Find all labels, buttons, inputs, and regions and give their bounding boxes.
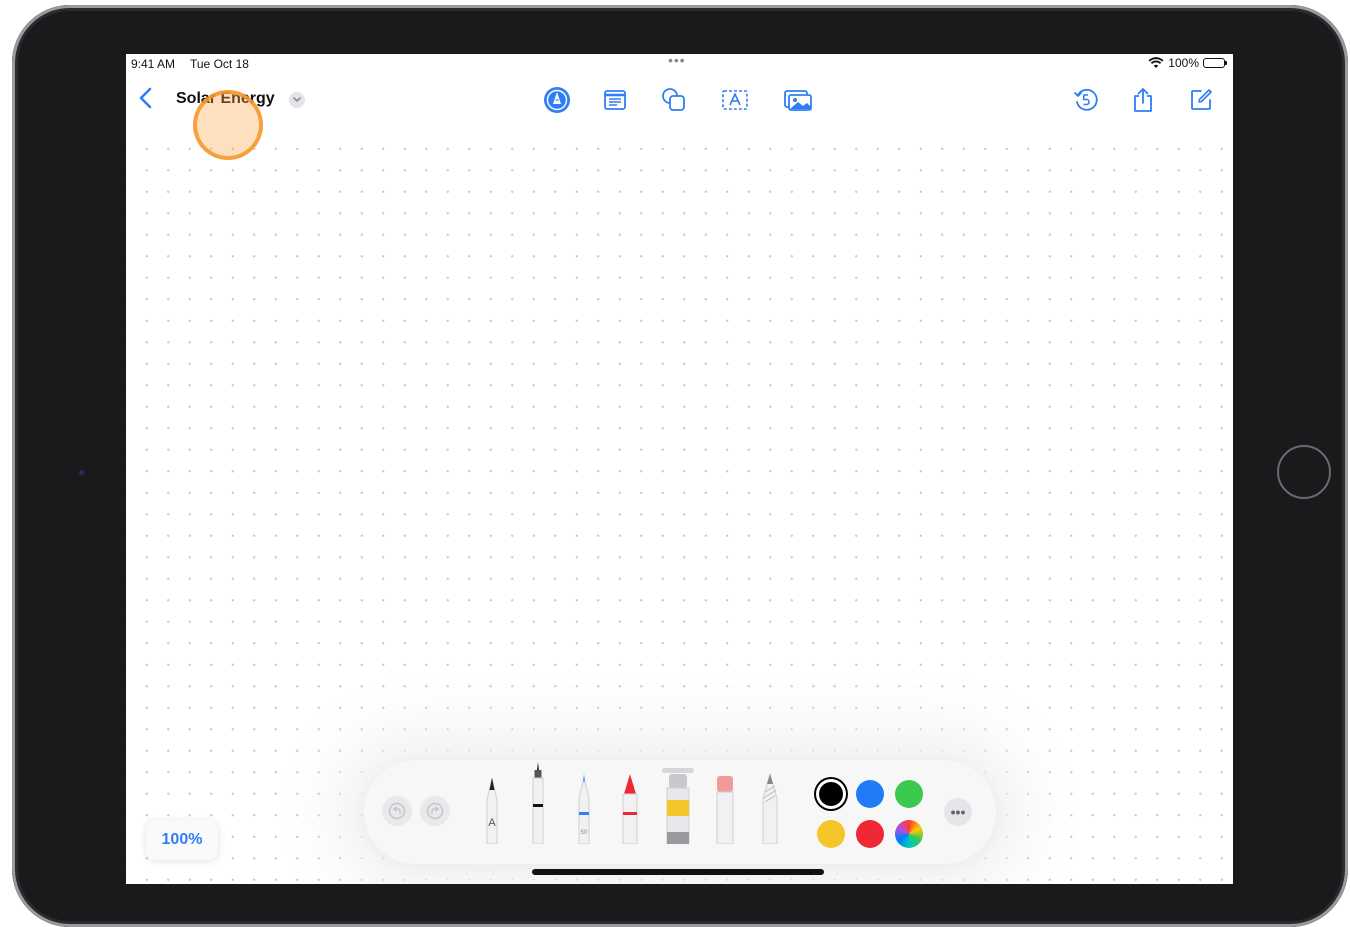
status-time: 9:41 AM (131, 57, 176, 71)
share-icon (1134, 88, 1152, 112)
palette-more-button[interactable]: ••• (944, 798, 972, 826)
marker-tool[interactable] (619, 772, 641, 844)
pencil-tool[interactable] (759, 772, 781, 844)
undo-icon (388, 802, 406, 820)
svg-text:50: 50 (581, 830, 588, 836)
fountain-pen-tool[interactable] (527, 760, 549, 844)
sticky-note-button[interactable] (599, 84, 631, 116)
screen: 9:41 AM Tue Oct 18 ••• 100% Solar Energy (126, 54, 1233, 884)
home-button[interactable] (1277, 445, 1331, 499)
status-bar: 9:41 AM Tue Oct 18 ••• 100% (126, 54, 1233, 74)
sticky-note-icon (604, 90, 626, 110)
wifi-icon (1148, 57, 1164, 68)
svg-text:A: A (488, 817, 496, 829)
photo-library-button[interactable] (782, 84, 814, 116)
undo-button[interactable] (382, 796, 412, 826)
redo-icon (426, 802, 444, 820)
status-right: 100% (1148, 56, 1227, 70)
watercolor-brush-tool[interactable] (664, 772, 692, 844)
shapes-button[interactable] (658, 84, 690, 116)
monoline-pen-tool[interactable]: A (482, 774, 502, 844)
status-date: Tue Oct 18 (190, 57, 249, 71)
zoom-level-button[interactable]: 100% (146, 820, 218, 860)
color-red-swatch[interactable] (856, 820, 884, 848)
tap-highlight (193, 90, 263, 160)
text-box-button[interactable] (719, 84, 751, 116)
battery-percent: 100% (1168, 56, 1199, 70)
color-yellow-swatch[interactable] (817, 820, 845, 848)
compose-button[interactable] (1185, 84, 1217, 116)
photo-library-icon (784, 90, 812, 111)
redo-button[interactable] (420, 796, 450, 826)
share-button[interactable] (1127, 84, 1159, 116)
fineliner-tool[interactable]: 50 (574, 772, 594, 844)
pencil-markup-icon (544, 87, 570, 113)
color-black-swatch[interactable] (819, 782, 843, 806)
battery-icon (1203, 58, 1227, 68)
nav-bar: Solar Energy (126, 76, 1233, 160)
shapes-icon (662, 88, 685, 111)
color-blue-swatch[interactable] (856, 780, 884, 808)
color-picker-swatch[interactable] (895, 820, 923, 848)
color-green-swatch[interactable] (895, 780, 923, 808)
title-menu-button[interactable] (289, 92, 305, 108)
tool-palette: A 50 ••• (364, 760, 996, 864)
front-camera (79, 470, 84, 475)
pencil-markup-button[interactable] (541, 84, 573, 116)
chevron-down-icon (293, 97, 301, 103)
text-box-icon (722, 90, 748, 110)
home-indicator (532, 869, 824, 875)
compose-icon (1191, 89, 1212, 110)
multitask-dots[interactable]: ••• (668, 54, 686, 68)
back-chevron-icon[interactable] (136, 86, 156, 110)
version-history-icon (1074, 88, 1098, 111)
eraser-tool[interactable] (714, 774, 736, 844)
version-history-button[interactable] (1070, 84, 1102, 116)
